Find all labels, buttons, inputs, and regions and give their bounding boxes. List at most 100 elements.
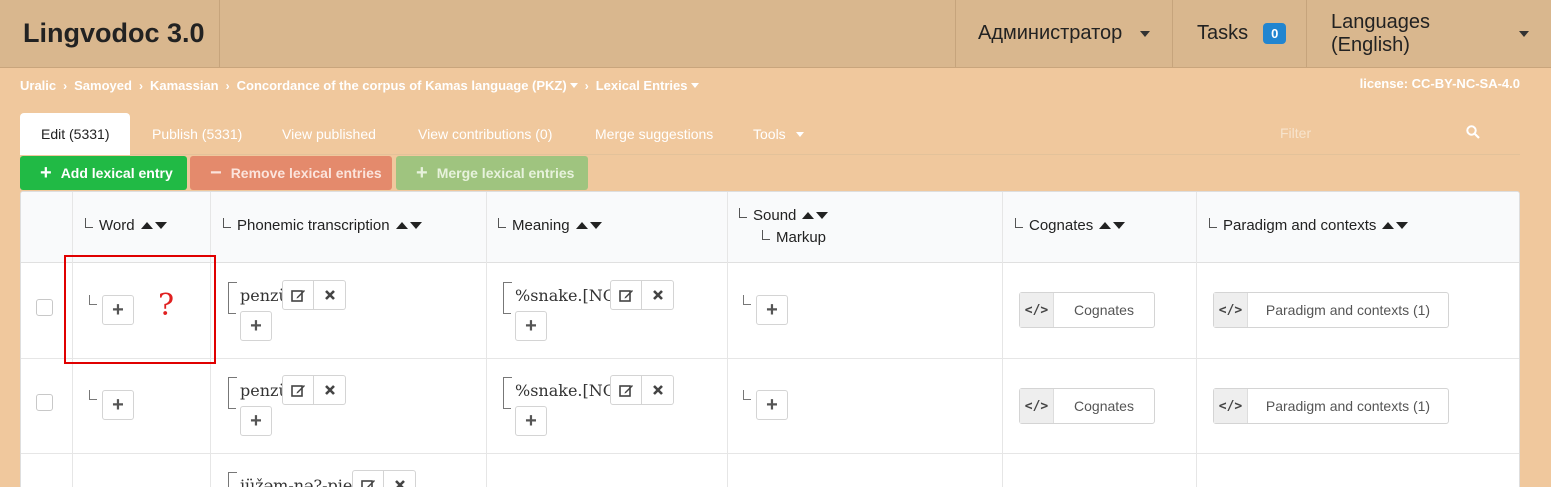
tree-branch-icon [228, 472, 237, 487]
column-header-paradigm-label: Paradigm and contexts [1223, 217, 1377, 234]
edit-button[interactable] [610, 280, 642, 310]
add-sound-button[interactable]: + [756, 390, 788, 420]
edit-button[interactable] [282, 375, 314, 405]
row-select-checkbox[interactable] [36, 394, 53, 411]
tree-branch-icon [228, 399, 236, 409]
tree-branch-icon [228, 282, 237, 304]
tab-view-published[interactable]: View published [282, 113, 376, 155]
breadcrumb-item-kamassian[interactable]: Kamassian [150, 78, 219, 93]
column-header-word[interactable]: Word [85, 217, 167, 234]
column-header-markup-label: Markup [776, 229, 827, 246]
add-lexical-entry-button[interactable]: + Add lexical entry [20, 156, 187, 190]
close-icon [394, 480, 405, 487]
sort-icon[interactable] [1382, 222, 1409, 229]
add-meaning-button[interactable]: + [515, 406, 547, 436]
code-icon: </> [1020, 293, 1054, 327]
delete-button[interactable] [384, 470, 416, 487]
sort-icon[interactable] [1099, 222, 1126, 229]
plus-icon: + [525, 314, 537, 337]
column-header-meaning[interactable]: Meaning [498, 217, 602, 234]
column-divider [727, 192, 728, 487]
languages-menu[interactable]: Languages (English) [1306, 0, 1551, 67]
remove-lexical-entries-button[interactable]: − Remove lexical entries [190, 156, 392, 190]
breadcrumb-item-lexical-entries[interactable]: Lexical Entries [596, 78, 688, 93]
column-header-sound[interactable]: Sound [739, 207, 829, 224]
add-word-button[interactable]: + [102, 390, 134, 420]
edit-icon [618, 289, 633, 302]
tree-branch-icon [743, 295, 751, 305]
tasks-menu[interactable]: Tasks 0 [1172, 0, 1306, 67]
close-icon [324, 385, 335, 395]
user-menu[interactable]: Администратор [955, 0, 1172, 67]
tasks-label: Tasks [1197, 22, 1249, 44]
phonemic-value: jüžəm-nə?-pie-m [240, 476, 352, 487]
close-icon [324, 290, 335, 300]
merge-lexical-entries-label: Merge lexical entries [436, 165, 575, 181]
add-phonemic-button[interactable]: + [240, 311, 272, 341]
paradigm-button[interactable]: </> Paradigm and contexts (1) [1213, 292, 1449, 328]
annotation-highlight-box [64, 255, 216, 364]
paradigm-button[interactable]: </> Paradigm and contexts (1) [1213, 388, 1449, 424]
code-icon: </> [1214, 293, 1248, 327]
filter-input[interactable]: Filter [1260, 117, 1520, 149]
add-meaning-button[interactable]: + [515, 311, 547, 341]
merge-lexical-entries-button[interactable]: + Merge lexical entries [396, 156, 588, 190]
breadcrumb-item-samoyed[interactable]: Samoyed [74, 78, 132, 93]
breadcrumb-item-dictionary[interactable]: Concordance of the corpus of Kamas langu… [237, 78, 567, 93]
cognates-button-label: Cognates [1074, 398, 1134, 414]
column-divider [486, 192, 487, 487]
column-header-cognates[interactable]: Cognates [1015, 217, 1126, 234]
tree-branch-icon [1209, 217, 1217, 228]
phonemic-value: penzü [240, 286, 282, 305]
tree-branch-icon [89, 390, 97, 400]
meaning-value: %snake.[NOM [515, 381, 610, 400]
plus-icon: + [250, 409, 262, 432]
top-menu-bar: Lingvodoc 3.0 Администратор Tasks 0 Lang… [0, 0, 1551, 68]
chevron-down-icon[interactable] [690, 83, 699, 88]
edit-button[interactable] [282, 280, 314, 310]
chevron-down-icon[interactable] [569, 83, 578, 88]
add-sound-button[interactable]: + [756, 295, 788, 325]
row-divider [21, 358, 1519, 359]
tree-branch-icon [743, 390, 751, 400]
add-phonemic-button[interactable]: + [240, 406, 272, 436]
breadcrumb-item-uralic[interactable]: Uralic [20, 78, 56, 93]
row-select-checkbox[interactable] [36, 299, 53, 316]
tree-branch-icon [503, 304, 511, 314]
chevron-right-icon: › [584, 78, 589, 93]
sort-icon[interactable] [395, 222, 422, 229]
tab-edit[interactable]: Edit (5331) [20, 113, 131, 155]
app-title[interactable]: Lingvodoc 3.0 [0, 0, 220, 67]
cognates-button[interactable]: </> Cognates [1019, 388, 1155, 424]
column-header-phonemic[interactable]: Phonemic transcription [223, 217, 422, 234]
sort-icon[interactable] [575, 222, 602, 229]
tab-tools-label: Tools [753, 126, 786, 142]
row-divider [21, 453, 1519, 454]
column-header-word-label: Word [99, 217, 135, 234]
tree-branch-icon [223, 217, 231, 228]
delete-button[interactable] [314, 280, 346, 310]
minus-icon: − [210, 162, 222, 184]
tab-view-contributions[interactable]: View contributions (0) [418, 113, 552, 155]
paradigm-button-label: Paradigm and contexts (1) [1265, 398, 1431, 414]
tab-merge-suggestions[interactable]: Merge suggestions [595, 113, 713, 155]
delete-button[interactable] [642, 375, 674, 405]
sort-icon[interactable] [802, 212, 829, 219]
edit-button[interactable] [352, 470, 384, 487]
paradigm-button-label: Paradigm and contexts (1) [1265, 302, 1431, 318]
sort-icon[interactable] [140, 222, 167, 229]
tab-publish[interactable]: Publish (5331) [152, 113, 242, 155]
cognates-button[interactable]: </> Cognates [1019, 292, 1155, 328]
column-header-paradigm[interactable]: Paradigm and contexts [1209, 217, 1409, 234]
tab-tools[interactable]: Tools [753, 113, 804, 155]
plus-icon: + [416, 162, 428, 184]
delete-button[interactable] [642, 280, 674, 310]
delete-button[interactable] [314, 375, 346, 405]
edit-button[interactable] [610, 375, 642, 405]
plus-icon: + [40, 162, 52, 184]
search-icon[interactable] [1466, 125, 1480, 139]
top-menu-right: Администратор Tasks 0 Languages (English… [955, 0, 1551, 67]
lexical-entries-table: Word Phonemic transcription Meaning Soun… [20, 191, 1520, 487]
column-header-markup[interactable]: Markup [762, 229, 826, 246]
column-header-cognates-label: Cognates [1029, 217, 1094, 234]
